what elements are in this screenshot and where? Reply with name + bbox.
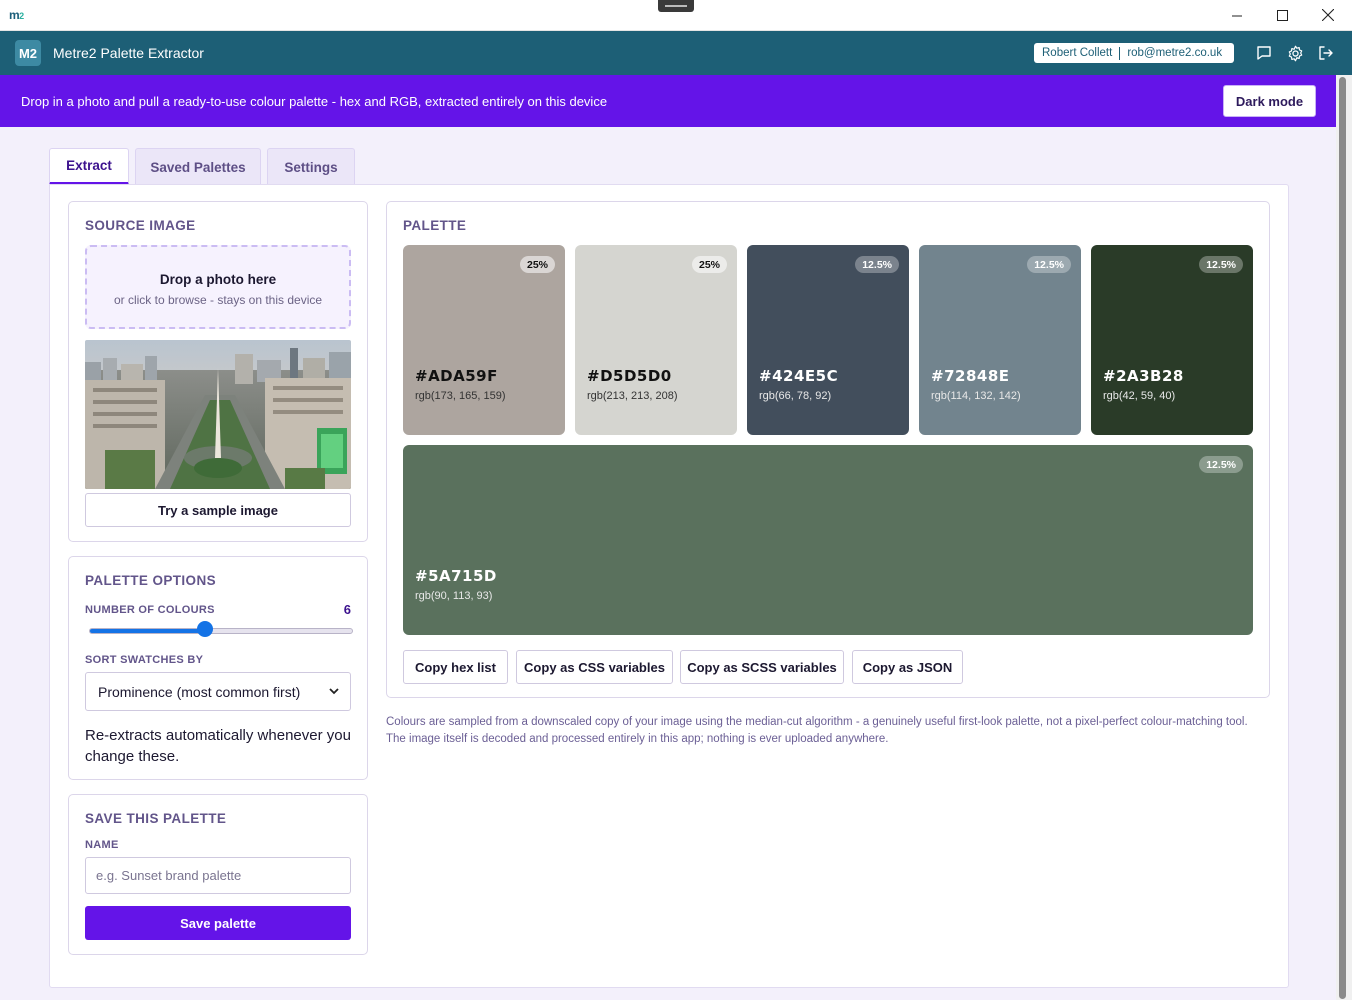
palette-card: PALETTE Copy hex list Copy as CSS variab… [386,201,1270,698]
palette-options-title: PALETTE OPTIONS [85,573,217,588]
vertical-scrollbar[interactable] [1336,75,1352,1000]
dropzone-subtitle: or click to browse - stays on this devic… [113,293,323,307]
save-palette-title: SAVE THIS PALETTE [85,811,227,826]
sort-swatches-label: SORT SWATCHES BY [85,654,204,666]
chat-icon [1257,46,1271,60]
swatch-rgb: rgb(90, 113, 93) [415,590,493,602]
swatch-5a715d[interactable]: 12.5% #5A715D rgb(90, 113, 93) [403,445,1253,635]
swatch-percentage: 12.5% [1199,456,1243,473]
tab-saved-palettes[interactable]: Saved Palettes [135,148,261,185]
photo-dropzone[interactable]: Drop a photo here or click to browse - s… [85,245,351,329]
logout-icon [1319,46,1333,60]
dark-mode-button[interactable]: Dark mode [1223,85,1316,117]
dropzone-title: Drop a photo here [159,272,277,287]
number-of-colours-label: NUMBER OF COLOURS [85,604,215,616]
maximize-button[interactable] [1259,0,1305,30]
swatch-ada59f[interactable]: 25% #ADA59F rgb(173, 165, 159) [403,245,565,435]
minimize-icon [1231,15,1242,16]
swatch-424e5c[interactable]: 12.5% #424E5C rgb(66, 78, 92) [747,245,909,435]
options-hint: Re-extracts automatically whenever you c… [85,727,351,765]
maximize-icon [1276,9,1288,21]
try-sample-button[interactable]: Try a sample image [85,493,351,527]
tab-extract[interactable]: Extract [49,148,129,185]
app-title: Metre2 Palette Extractor [53,45,204,61]
sort-select[interactable]: Prominence (most common first) [85,672,351,711]
palette-options-card: PALETTE OPTIONS NUMBER OF COLOURS 6 SORT… [68,556,368,780]
swatch-hex: #424E5C [759,367,839,385]
swatch-hex: #5A715D [415,567,497,585]
app-logo: m2 [9,8,24,22]
number-of-colours-value: 6 [343,602,351,617]
info-banner: Drop in a photo and pull a ready-to-use … [0,75,1336,127]
save-palette-button[interactable]: Save palette [85,906,351,940]
divider [1119,46,1121,60]
palette-name-label: NAME [85,839,119,851]
source-photo-preview [85,340,351,489]
palette-title: PALETTE [403,218,467,233]
user-name: Robert Collett [1042,47,1113,59]
user-account[interactable]: Robert Collett rob@metre2.co.uk [1034,43,1234,63]
logout-button[interactable] [1316,43,1336,63]
minimize-button[interactable] [1214,0,1260,30]
swatch-2a3b28[interactable]: 12.5% #2A3B28 rgb(42, 59, 40) [1091,245,1253,435]
app-badge: M2 [15,40,41,66]
slider-handle[interactable] [197,621,214,637]
window-drag-handle[interactable] [658,0,694,12]
chevron-down-icon [329,688,339,695]
swatch-hex: #D5D5D0 [587,367,672,385]
swatch-hex: #72848E [931,367,1010,385]
close-icon [1322,9,1334,21]
copy-css-variables-button[interactable]: Copy as CSS variables [516,650,673,684]
swatch-d5d5d0[interactable]: 25% #D5D5D0 rgb(213, 213, 208) [575,245,737,435]
swatch-percentage: 12.5% [855,256,899,273]
palette-name-input[interactable] [85,857,351,894]
swatch-72848e[interactable]: 12.5% #72848E rgb(114, 132, 142) [919,245,1081,435]
copy-scss-variables-button[interactable]: Copy as SCSS variables [680,650,844,684]
colour-count-slider[interactable] [89,628,353,634]
swatch-hex: #ADA59F [415,367,498,385]
app-header: M2 Metre2 Palette Extractor Robert Colle… [0,31,1352,75]
source-image-title: SOURCE IMAGE [85,218,196,233]
footnote-line-1: Colours are sampled from a downscaled co… [386,716,1248,728]
swatch-percentage: 25% [691,256,727,273]
swatch-hex: #2A3B28 [1103,367,1184,385]
swatch-percentage: 12.5% [1027,256,1071,273]
swatch-rgb: rgb(114, 132, 142) [931,390,1021,402]
user-email: rob@metre2.co.uk [1127,47,1223,59]
copy-json-button[interactable]: Copy as JSON [852,650,963,684]
settings-button[interactable] [1285,43,1305,63]
copy-hex-list-button[interactable]: Copy hex list [403,650,508,684]
save-palette-card: SAVE THIS PALETTE NAME Save palette [68,794,368,955]
source-image-card: SOURCE IMAGE Drop a photo here or click … [68,201,368,542]
footnote-line-2: The image itself is decoded and processe… [386,733,889,745]
sort-select-value: Prominence (most common first) [98,683,301,700]
scrollbar-thumb[interactable] [1339,77,1346,999]
algorithm-footnote: Colours are sampled from a downscaled co… [386,714,1276,748]
swatch-percentage: 12.5% [1199,256,1243,273]
feedback-button[interactable] [1254,43,1274,63]
window-titlebar: m2 [0,0,1352,31]
slider-fill [90,629,207,633]
swatch-rgb: rgb(42, 59, 40) [1103,390,1176,402]
swatch-rgb: rgb(173, 165, 159) [415,390,506,402]
swatch-percentage: 25% [519,256,555,273]
tab-settings[interactable]: Settings [267,148,355,185]
close-button[interactable] [1305,0,1351,30]
gear-icon [1288,45,1302,61]
swatch-rgb: rgb(66, 78, 92) [759,390,832,402]
banner-text: Drop in a photo and pull a ready-to-use … [21,94,608,109]
swatch-rgb: rgb(213, 213, 208) [587,390,678,402]
